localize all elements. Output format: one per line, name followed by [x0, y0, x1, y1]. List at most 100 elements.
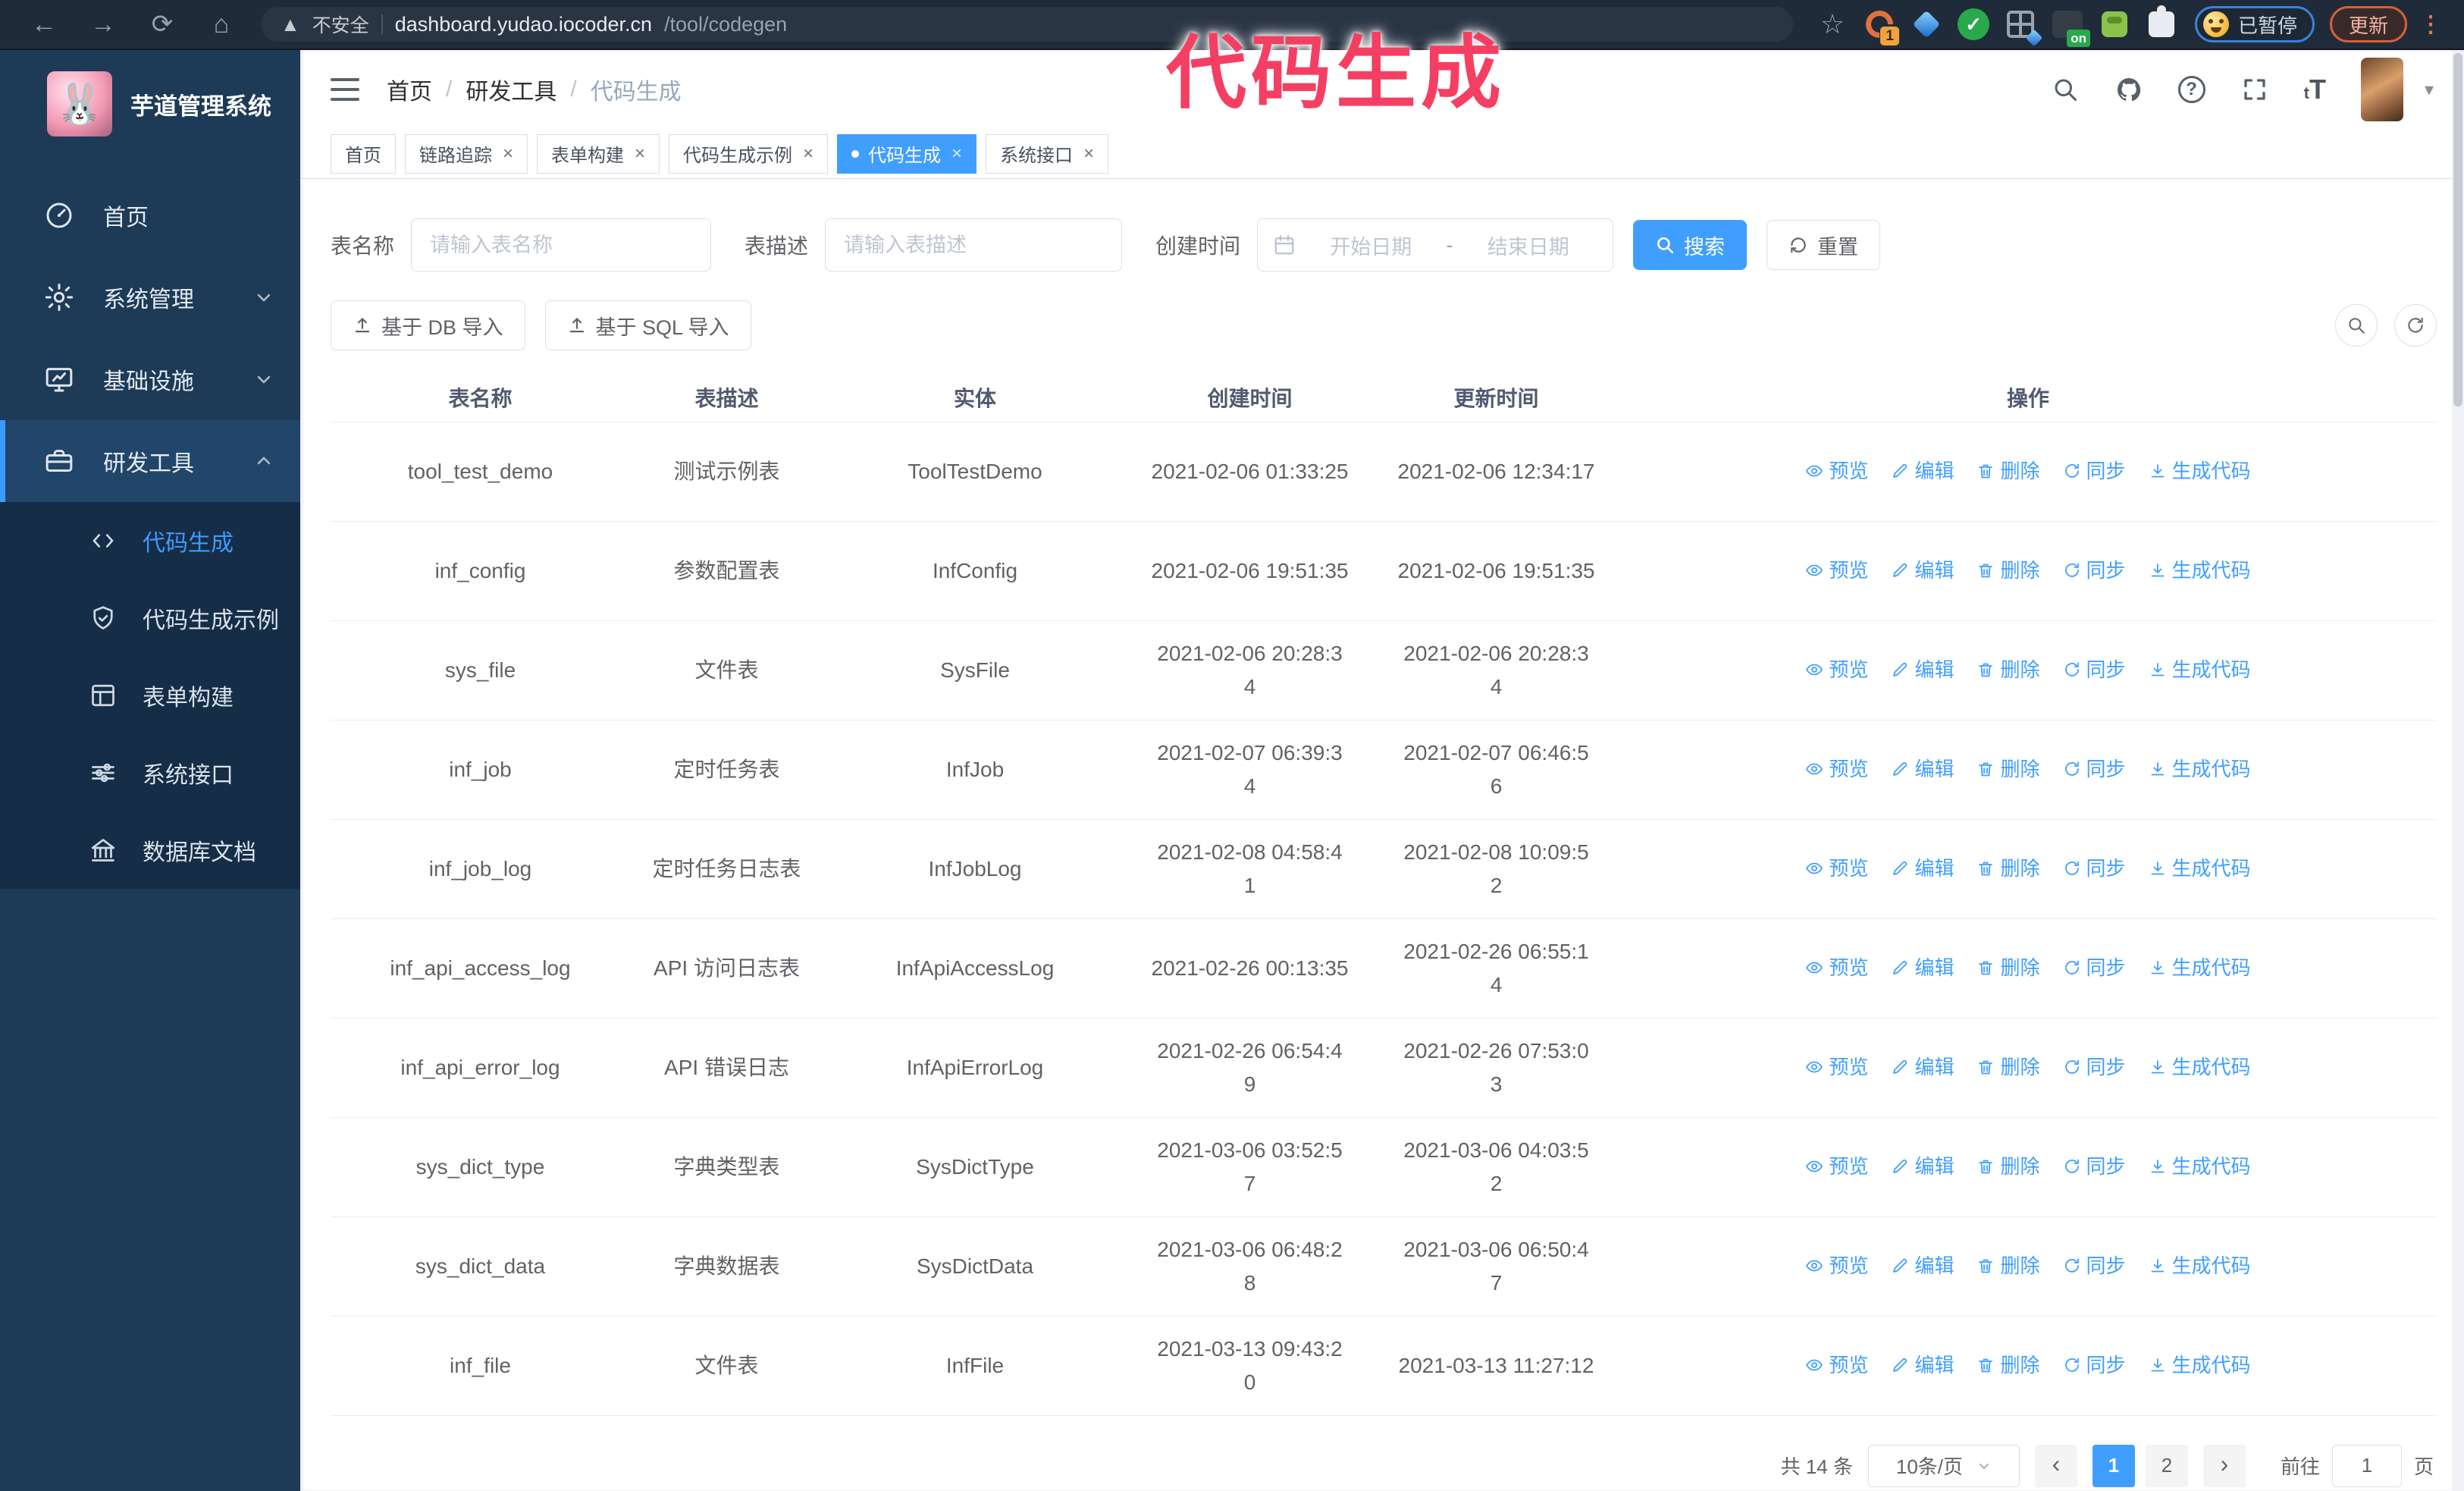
- sidebar-item-home[interactable]: 首页: [0, 174, 300, 256]
- preview-link[interactable]: 预览: [1805, 853, 1868, 884]
- scrollbar-thumb[interactable]: [2453, 53, 2462, 406]
- edit-link[interactable]: 编辑: [1891, 754, 1954, 784]
- sidebar-item-devtools[interactable]: 研发工具: [0, 420, 300, 502]
- browser-profile-chip[interactable]: 已暂停: [2194, 6, 2315, 42]
- sidebar-collapse-icon[interactable]: [331, 78, 359, 101]
- tab-form-builder[interactable]: 表单构建 ×: [537, 133, 660, 174]
- tab-close-icon[interactable]: ×: [635, 143, 645, 165]
- table-desc-input[interactable]: [825, 218, 1123, 272]
- browser-reload-icon[interactable]: ⟳: [135, 9, 190, 39]
- tab-tracer[interactable]: 链路追踪 ×: [405, 133, 528, 174]
- delete-link[interactable]: 删除: [1977, 1350, 2040, 1380]
- import-sql-button[interactable]: 基于 SQL 导入: [544, 300, 751, 350]
- browser-home-icon[interactable]: ⌂: [194, 10, 249, 39]
- delete-link[interactable]: 删除: [1977, 654, 2040, 685]
- extension-on-icon[interactable]: on: [2046, 3, 2090, 47]
- preview-link[interactable]: 预览: [1805, 456, 1868, 486]
- sidebar-item-system[interactable]: 系统管理: [0, 256, 300, 338]
- delete-link[interactable]: 删除: [1977, 953, 2040, 983]
- generate-code-link[interactable]: 生成代码: [2149, 953, 2251, 983]
- browser-menu-icon[interactable]: ⋮: [2419, 11, 2443, 38]
- generate-code-link[interactable]: 生成代码: [2149, 853, 2251, 884]
- preview-link[interactable]: 预览: [1805, 1151, 1868, 1182]
- help-icon[interactable]: ?: [2177, 76, 2205, 103]
- preview-link[interactable]: 预览: [1805, 1251, 1868, 1281]
- sidebar-item-infra[interactable]: 基础设施: [0, 338, 300, 420]
- sidebar-subitem-db-doc[interactable]: 数据库文档: [0, 811, 300, 889]
- search-button[interactable]: 搜索: [1633, 220, 1748, 270]
- preview-link[interactable]: 预览: [1805, 555, 1868, 585]
- tab-close-icon[interactable]: ×: [503, 143, 513, 165]
- sync-link[interactable]: 同步: [2063, 1151, 2126, 1182]
- refresh-button[interactable]: [2394, 304, 2437, 347]
- tab-close-icon[interactable]: ×: [803, 143, 813, 165]
- sidebar-subitem-codegen[interactable]: 代码生成: [0, 502, 300, 579]
- start-date-placeholder[interactable]: 开始日期: [1302, 231, 1440, 260]
- github-icon[interactable]: [2114, 75, 2143, 104]
- delete-link[interactable]: 删除: [1977, 1151, 2040, 1182]
- tab-codegen-example[interactable]: 代码生成示例 ×: [669, 133, 829, 174]
- breadcrumb-item[interactable]: 研发工具: [466, 73, 556, 106]
- goto-page-input[interactable]: [2331, 1444, 2402, 1487]
- browser-update-button[interactable]: 更新: [2329, 6, 2407, 42]
- generate-code-link[interactable]: 生成代码: [2149, 555, 2251, 585]
- browser-forward-icon[interactable]: →: [76, 10, 130, 39]
- page-button-2[interactable]: 2: [2145, 1444, 2188, 1487]
- extensions-puzzle-icon[interactable]: [2140, 3, 2183, 46]
- delete-link[interactable]: 删除: [1977, 1052, 2040, 1082]
- bookmark-star-icon[interactable]: ☆: [1811, 3, 1854, 46]
- edit-link[interactable]: 编辑: [1891, 1350, 1954, 1380]
- delete-link[interactable]: 删除: [1977, 555, 2040, 585]
- sync-link[interactable]: 同步: [2063, 456, 2126, 486]
- user-menu-caret-icon[interactable]: ▾: [2425, 79, 2434, 101]
- prev-page-button[interactable]: ‹: [2034, 1444, 2077, 1487]
- extension-orange-icon[interactable]: 1: [1858, 3, 1901, 46]
- preview-link[interactable]: 预览: [1805, 654, 1868, 685]
- generate-code-link[interactable]: 生成代码: [2149, 456, 2251, 486]
- sync-link[interactable]: 同步: [2063, 1052, 2126, 1082]
- sync-link[interactable]: 同步: [2063, 754, 2126, 784]
- generate-code-link[interactable]: 生成代码: [2149, 754, 2251, 784]
- generate-code-link[interactable]: 生成代码: [2149, 1151, 2251, 1182]
- toggle-search-button[interactable]: [2335, 304, 2378, 347]
- sync-link[interactable]: 同步: [2063, 953, 2126, 983]
- edit-link[interactable]: 编辑: [1891, 654, 1954, 685]
- edit-link[interactable]: 编辑: [1891, 853, 1954, 884]
- extension-gem-icon[interactable]: [1905, 3, 1948, 46]
- extension-grid-icon[interactable]: [1999, 3, 2043, 47]
- generate-code-link[interactable]: 生成代码: [2149, 1052, 2251, 1082]
- tab-home[interactable]: 首页: [331, 133, 396, 174]
- sidebar-subitem-codegen-example[interactable]: 代码生成示例: [0, 579, 300, 657]
- search-icon[interactable]: [2051, 75, 2080, 104]
- sync-link[interactable]: 同步: [2063, 555, 2126, 585]
- generate-code-link[interactable]: 生成代码: [2149, 1350, 2251, 1380]
- preview-link[interactable]: 预览: [1805, 1052, 1868, 1082]
- import-db-button[interactable]: 基于 DB 导入: [331, 300, 525, 350]
- sync-link[interactable]: 同步: [2063, 1350, 2126, 1380]
- delete-link[interactable]: 删除: [1977, 1251, 2040, 1281]
- sync-link[interactable]: 同步: [2063, 853, 2126, 884]
- date-range-picker[interactable]: 开始日期 - 结束日期: [1257, 218, 1614, 272]
- extension-bot-icon[interactable]: [2093, 3, 2136, 46]
- user-avatar[interactable]: [2360, 58, 2403, 121]
- page-size-select[interactable]: 10条/页: [1867, 1444, 2020, 1487]
- sidebar-subitem-form-builder[interactable]: 表单构建: [0, 657, 300, 734]
- fullscreen-icon[interactable]: [2240, 75, 2269, 104]
- edit-link[interactable]: 编辑: [1891, 1151, 1954, 1182]
- tab-close-icon[interactable]: ×: [951, 143, 962, 165]
- end-date-placeholder[interactable]: 结束日期: [1459, 231, 1598, 260]
- table-name-input[interactable]: [411, 218, 712, 272]
- next-page-button[interactable]: ›: [2202, 1444, 2246, 1487]
- tab-system-api[interactable]: 系统接口 ×: [986, 133, 1109, 174]
- edit-link[interactable]: 编辑: [1891, 1251, 1954, 1281]
- extension-check-icon[interactable]: ✓: [1952, 3, 1995, 46]
- generate-code-link[interactable]: 生成代码: [2149, 1251, 2251, 1281]
- delete-link[interactable]: 删除: [1977, 853, 2040, 884]
- delete-link[interactable]: 删除: [1977, 754, 2040, 784]
- browser-back-icon[interactable]: ←: [17, 10, 71, 39]
- page-scrollbar[interactable]: [2452, 50, 2464, 1491]
- page-button-1[interactable]: 1: [2092, 1444, 2135, 1487]
- reset-button[interactable]: 重置: [1766, 220, 1881, 270]
- edit-link[interactable]: 编辑: [1891, 953, 1954, 983]
- preview-link[interactable]: 预览: [1805, 1350, 1868, 1380]
